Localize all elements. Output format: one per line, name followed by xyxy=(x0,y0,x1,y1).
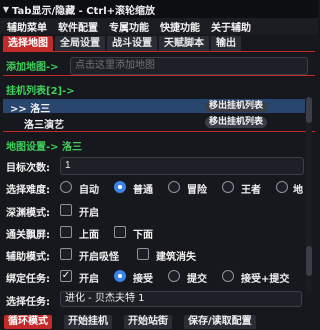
menu-item-config[interactable]: 软件配置 xyxy=(58,19,98,34)
assist-pull-monsters-checkbox[interactable] xyxy=(60,248,72,260)
difficulty-king-label: 王者 xyxy=(241,185,261,196)
tab-divider xyxy=(3,51,315,52)
difficulty-normal-radio[interactable] xyxy=(114,181,126,193)
select-task-value: 进化 - 贝杰夫特 1 xyxy=(65,293,145,304)
tab-battle-settings[interactable]: 战斗设置 xyxy=(107,36,157,51)
difficulty-hell-radio[interactable] xyxy=(276,181,288,193)
bind-task-enable-label: 开启 xyxy=(79,274,99,285)
difficulty-hell-label: 地 xyxy=(293,185,303,196)
list-item[interactable]: 洛三演艺 xyxy=(24,116,64,131)
checkmark-icon: ✓ xyxy=(61,270,71,281)
divider xyxy=(3,75,315,76)
difficulty-adventure-label: 冒险 xyxy=(187,185,207,196)
abyss-mode-label: 深渊模式: xyxy=(6,208,50,219)
remove-from-list-button[interactable]: 移出挂机列表 xyxy=(205,117,268,128)
scrollbar-thumb[interactable] xyxy=(306,246,312,276)
difficulty-adventure-radio[interactable] xyxy=(168,181,180,193)
scrollbar-thumb[interactable] xyxy=(306,97,312,123)
save-load-config-button[interactable]: 保存/读取配置 xyxy=(184,315,256,329)
tab-bar: 选择地图 全局设置 战斗设置 天赋脚本 输出 xyxy=(3,36,243,51)
add-map-label: 添加地图-> xyxy=(6,62,59,73)
window-title: Tab显示/隐藏 - Ctrl+滚轮缩放 xyxy=(12,5,156,17)
add-map-input[interactable] xyxy=(70,57,308,75)
menu-item-about[interactable]: 关于辅助 xyxy=(211,19,251,34)
abyss-enable-label: 开启 xyxy=(79,208,99,219)
remove-from-list-button[interactable]: 移出挂机列表 xyxy=(205,101,268,112)
select-task-label: 选择任务: xyxy=(6,297,50,308)
bind-task-accept-label: 接受 xyxy=(133,274,153,285)
tab-talent-script[interactable]: 天赋脚本 xyxy=(159,36,209,51)
difficulty-auto-label: 自动 xyxy=(79,185,99,196)
start-hang-button[interactable]: 开始挂机 xyxy=(64,315,112,329)
tab-select-map[interactable]: 选择地图 xyxy=(3,36,53,51)
loop-mode-button[interactable]: 循环模式 xyxy=(4,315,52,329)
menu-item-shortcut[interactable]: 快捷功能 xyxy=(160,19,200,34)
difficulty-label: 选择难度: xyxy=(6,185,50,196)
map-settings-label: 地图设置-> 洛三 xyxy=(6,142,83,153)
abyss-enable-checkbox[interactable] xyxy=(60,204,72,216)
title-bar: ▼ Tab显示/隐藏 - Ctrl+滚轮缩放 xyxy=(0,0,318,18)
assist-mode-label: 辅助模式: xyxy=(6,252,50,263)
menu-item-assist[interactable]: 辅助菜单 xyxy=(7,19,47,34)
list-item[interactable]: >> 洛三 xyxy=(10,100,50,115)
bind-task-label: 绑定任务: xyxy=(6,274,50,285)
bind-task-accept-submit-label: 接受+提交 xyxy=(241,274,290,285)
bind-task-enable-checkbox[interactable]: ✓ xyxy=(60,270,72,282)
menu-bar: 辅助菜单 软件配置 专属功能 快捷功能 关于辅助 xyxy=(0,18,318,34)
bind-task-accept-radio[interactable] xyxy=(114,270,126,282)
start-street-button[interactable]: 开始站街 xyxy=(124,315,172,329)
difficulty-auto-radio[interactable] xyxy=(60,181,72,193)
collapse-triangle-icon[interactable]: ▼ xyxy=(0,5,12,14)
tab-output[interactable]: 输出 xyxy=(211,36,241,51)
hang-list-label: 挂机列表[2]-> xyxy=(6,86,75,97)
bind-task-submit-label: 提交 xyxy=(187,274,207,285)
difficulty-normal-label: 普通 xyxy=(133,185,153,196)
clear-sky-label: 通关飘屏: xyxy=(6,230,50,241)
target-count-label: 目标次数: xyxy=(6,163,50,174)
bind-task-submit-radio[interactable] xyxy=(168,270,180,282)
divider xyxy=(3,131,315,132)
target-count-input[interactable] xyxy=(60,157,304,175)
assist-building-vanish-checkbox[interactable] xyxy=(137,248,149,260)
select-task-combo[interactable]: 进化 - 贝杰夫特 1 xyxy=(60,291,302,307)
tab-global-settings[interactable]: 全局设置 xyxy=(55,36,105,51)
difficulty-king-radio[interactable] xyxy=(222,181,234,193)
clear-sky-bottom-label: 下面 xyxy=(133,230,153,241)
clear-sky-top-label: 上面 xyxy=(79,230,99,241)
assist-pull-monsters-label: 开启吸怪 xyxy=(79,252,119,263)
bind-task-accept-submit-radio[interactable] xyxy=(222,270,234,282)
menu-item-exclusive[interactable]: 专属功能 xyxy=(109,19,149,34)
clear-sky-top-checkbox[interactable] xyxy=(60,226,72,238)
app-window: ▼ Tab显示/隐藏 - Ctrl+滚轮缩放 辅助菜单 软件配置 专属功能 快捷… xyxy=(0,0,318,330)
assist-building-vanish-label: 建筑消失 xyxy=(156,252,196,263)
clear-sky-bottom-checkbox[interactable] xyxy=(114,226,126,238)
